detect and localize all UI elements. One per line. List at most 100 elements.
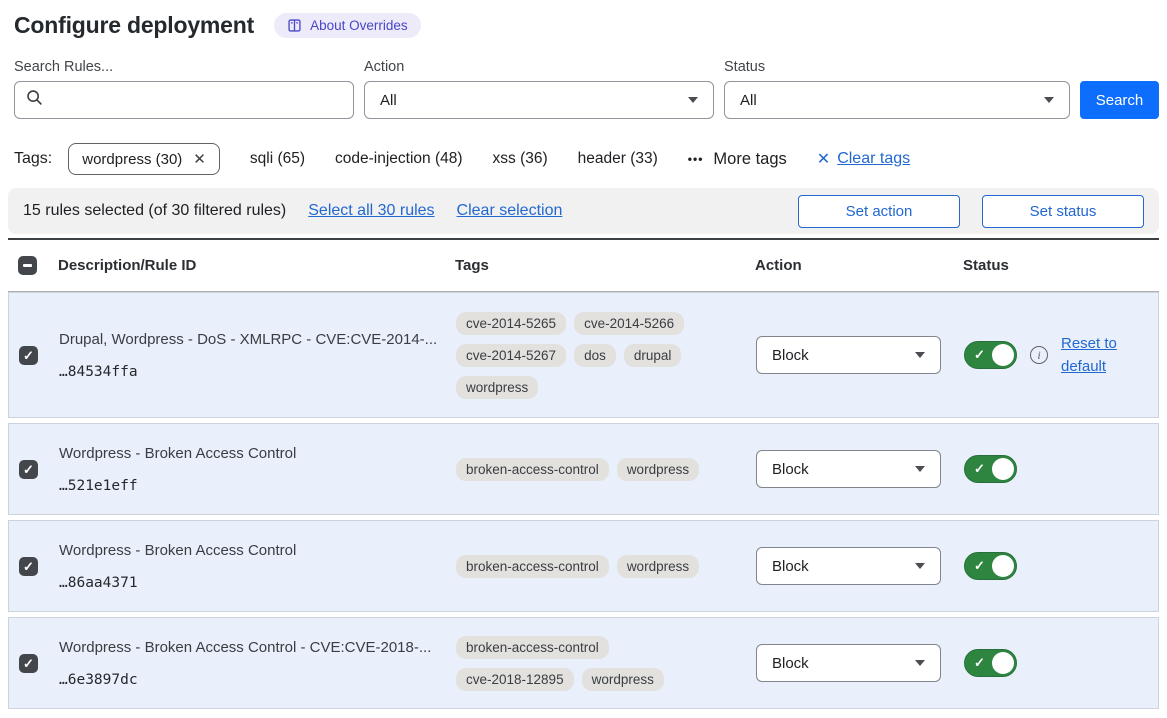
table-row: ✓ Wordpress - Broken Access Control - CV…	[8, 617, 1159, 709]
set-status-button[interactable]: Set status	[982, 195, 1144, 228]
about-overrides-badge[interactable]: About Overrides	[274, 13, 421, 38]
tag-filter-code-injection[interactable]: code-injection (48)	[335, 150, 463, 168]
rule-description: Drupal, Wordpress - DoS - XMLRPC - CVE:C…	[59, 330, 440, 350]
remove-tag-icon[interactable]: ✕	[193, 150, 206, 168]
status-filter-label: Status	[724, 59, 1070, 75]
clear-tags-icon: ✕	[817, 149, 830, 169]
toggle-check-icon: ✓	[974, 655, 985, 671]
search-input[interactable]	[52, 91, 342, 110]
status-toggle-on[interactable]: ✓	[964, 649, 1017, 677]
toggle-check-icon: ✓	[974, 347, 985, 363]
rule-action-select[interactable]: Block	[756, 644, 941, 682]
tags-label: Tags:	[14, 150, 52, 168]
rule-action-select[interactable]: Block	[756, 450, 941, 488]
row-checkbox[interactable]: ✓	[19, 460, 38, 479]
rule-description-cell: Wordpress - Broken Access Control - CVE:…	[59, 638, 456, 688]
checkmark-icon: ✓	[23, 657, 34, 670]
status-toggle-on[interactable]: ✓	[964, 552, 1017, 580]
rule-action-value: Block	[772, 655, 809, 672]
tag-pill: wordpress	[617, 555, 699, 578]
more-tags-button[interactable]: ••• More tags	[688, 150, 787, 169]
clear-selection-link[interactable]: Clear selection	[457, 202, 563, 220]
tag-pill: drupal	[624, 344, 682, 367]
about-overrides-label: About Overrides	[310, 18, 408, 33]
action-filter-select[interactable]: All	[364, 81, 714, 119]
rule-action-cell: Block	[756, 644, 964, 682]
rules-table: Description/Rule ID Tags Action Status ✓…	[8, 238, 1159, 709]
rule-tags-cell: broken-access-control cve-2018-12895 wor…	[456, 636, 756, 691]
status-toggle-on[interactable]: ✓	[964, 341, 1017, 369]
filter-bar: Search Rules... Action All Status	[14, 59, 1159, 119]
rule-tags-cell: cve-2014-5265 cve-2014-5266 cve-2014-526…	[456, 312, 756, 399]
checkmark-icon: ✓	[23, 349, 34, 362]
checkmark-icon: ✓	[23, 560, 34, 573]
configure-deployment-page: Configure deployment About Overrides Sea…	[0, 0, 1167, 718]
status-toggle-on[interactable]: ✓	[964, 455, 1017, 483]
rule-action-select[interactable]: Block	[756, 336, 941, 374]
tag-pill: cve-2014-5267	[456, 344, 566, 367]
search-icon	[26, 89, 43, 111]
rule-tags-cell: broken-access-control wordpress	[456, 555, 756, 578]
select-all-checkbox[interactable]	[18, 256, 37, 275]
search-rules-label: Search Rules...	[14, 59, 354, 75]
tag-pill: cve-2014-5266	[574, 312, 684, 335]
rule-description: Wordpress - Broken Access Control - CVE:…	[59, 638, 440, 658]
tag-filter-header[interactable]: header (33)	[578, 150, 658, 168]
row-checkbox[interactable]: ✓	[19, 654, 38, 673]
tag-pill: broken-access-control	[456, 555, 609, 578]
selection-bar: 15 rules selected (of 30 filtered rules)…	[8, 188, 1159, 234]
tag-pill: cve-2014-5265	[456, 312, 566, 335]
toggle-knob	[992, 555, 1014, 577]
selected-tag-chip-wordpress[interactable]: wordpress (30) ✕	[68, 143, 220, 175]
rule-action-select[interactable]: Block	[756, 547, 941, 585]
column-header-tags: Tags	[455, 257, 755, 274]
page-header: Configure deployment About Overrides	[14, 12, 1159, 39]
action-filter-label: Action	[364, 59, 714, 75]
column-header-status: Status	[963, 257, 1159, 274]
chevron-down-icon	[915, 352, 925, 358]
rule-action-cell: Block	[756, 450, 964, 488]
row-checkbox[interactable]: ✓	[19, 557, 38, 576]
column-header-action: Action	[755, 257, 963, 274]
rule-action-value: Block	[772, 558, 809, 575]
select-all-link[interactable]: Select all 30 rules	[308, 202, 434, 220]
indeterminate-icon	[23, 264, 32, 267]
rule-tags-cell: broken-access-control wordpress	[456, 458, 756, 481]
rule-description: Wordpress - Broken Access Control	[59, 541, 440, 561]
toggle-knob	[992, 652, 1014, 674]
search-box[interactable]	[14, 81, 354, 119]
info-icon[interactable]: i	[1030, 346, 1048, 364]
chevron-down-icon	[915, 660, 925, 666]
rule-status-cell: ✓	[964, 649, 1158, 677]
more-tags-label: More tags	[713, 150, 786, 169]
chevron-down-icon	[915, 563, 925, 569]
tags-bar: Tags: wordpress (30) ✕ sqli (65) code-in…	[14, 143, 1159, 175]
selected-tag-label: wordpress (30)	[82, 151, 182, 168]
action-filter-value: All	[380, 92, 397, 109]
column-header-description: Description/Rule ID	[58, 257, 455, 274]
rule-action-value: Block	[772, 347, 809, 364]
tag-pill: broken-access-control	[456, 636, 609, 659]
rule-id: …86aa4371	[59, 575, 440, 591]
set-action-button[interactable]: Set action	[798, 195, 960, 228]
tag-pill: dos	[574, 344, 616, 367]
rule-description-cell: Drupal, Wordpress - DoS - XMLRPC - CVE:C…	[59, 330, 456, 380]
status-filter-select[interactable]: All	[724, 81, 1070, 119]
tag-pill: wordpress	[617, 458, 699, 481]
checkmark-icon: ✓	[23, 463, 34, 476]
clear-tags-label: Clear tags	[837, 150, 910, 168]
ellipsis-icon: •••	[688, 152, 704, 166]
toggle-knob	[992, 344, 1014, 366]
clear-tags-button[interactable]: ✕ Clear tags	[817, 149, 910, 169]
tag-filter-sqli[interactable]: sqli (65)	[250, 150, 305, 168]
row-checkbox[interactable]: ✓	[19, 346, 38, 365]
tag-pill: broken-access-control	[456, 458, 609, 481]
rule-status-cell: ✓ i Reset to default	[964, 332, 1158, 379]
status-filter-value: All	[740, 92, 757, 109]
action-filter-field: Action All	[364, 59, 714, 119]
search-button[interactable]: Search	[1080, 81, 1159, 119]
rule-description: Wordpress - Broken Access Control	[59, 444, 440, 464]
reset-to-default-link[interactable]: Reset to default	[1061, 332, 1127, 379]
tag-filter-xss[interactable]: xss (36)	[493, 150, 548, 168]
rule-description-cell: Wordpress - Broken Access Control …521e1…	[59, 444, 456, 494]
